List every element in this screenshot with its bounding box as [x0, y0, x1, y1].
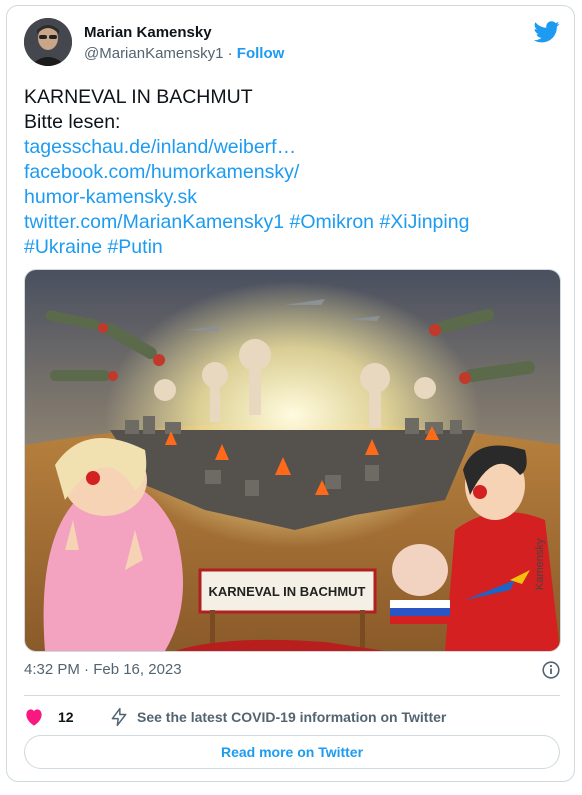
tweet-image[interactable]: KARNEVAL IN BACHMUT Kamensky [24, 269, 561, 652]
divider [24, 695, 560, 696]
author-name[interactable]: Marian Kamensky [84, 24, 212, 42]
avatar[interactable] [24, 18, 72, 66]
author-handle-row: @MarianKamensky1 · Follow [84, 45, 284, 63]
sign-text: KARNEVAL IN BACHMUT [209, 584, 366, 599]
info-icon[interactable] [542, 661, 560, 679]
link-twitter-hashtags[interactable]: twitter.com/MarianKamensky1 #Omikron #Xi… [24, 210, 564, 235]
tweet-card: Marian Kamensky @MarianKamensky1 · Follo… [6, 5, 575, 782]
tweet-text: KARNEVAL IN BACHMUT Bitte lesen: tagessc… [24, 85, 564, 260]
tweet-line-title: KARNEVAL IN BACHMUT [24, 86, 253, 108]
artist-signature: Kamensky [534, 538, 546, 590]
link-facebook[interactable]: facebook.com/humorkamensky/ [24, 160, 564, 185]
covid-info-link[interactable]: See the latest COVID-19 information on T… [137, 709, 446, 725]
author-handle[interactable]: @MarianKamensky1 [84, 45, 223, 62]
follow-button[interactable]: Follow [237, 45, 285, 62]
link-hashtags[interactable]: #Ukraine #Putin [24, 235, 564, 260]
link-tagesschau[interactable]: tagesschau.de/inland/weiberf… [24, 135, 564, 160]
cartoon-illustration: KARNEVAL IN BACHMUT Kamensky [25, 270, 560, 651]
tweet-line-read: Bitte lesen: [24, 111, 121, 133]
link-humor-kamensky[interactable]: humor-kamensky.sk [24, 185, 564, 210]
separator: · [223, 45, 237, 62]
timestamp[interactable]: 4:32 PM · Feb 16, 2023 [24, 661, 182, 678]
heart-icon[interactable] [24, 708, 44, 726]
twitter-bird-icon[interactable] [534, 21, 560, 43]
read-more-button[interactable]: Read more on Twitter [24, 735, 560, 769]
lightning-icon [111, 707, 127, 727]
like-count[interactable]: 12 [58, 709, 74, 725]
